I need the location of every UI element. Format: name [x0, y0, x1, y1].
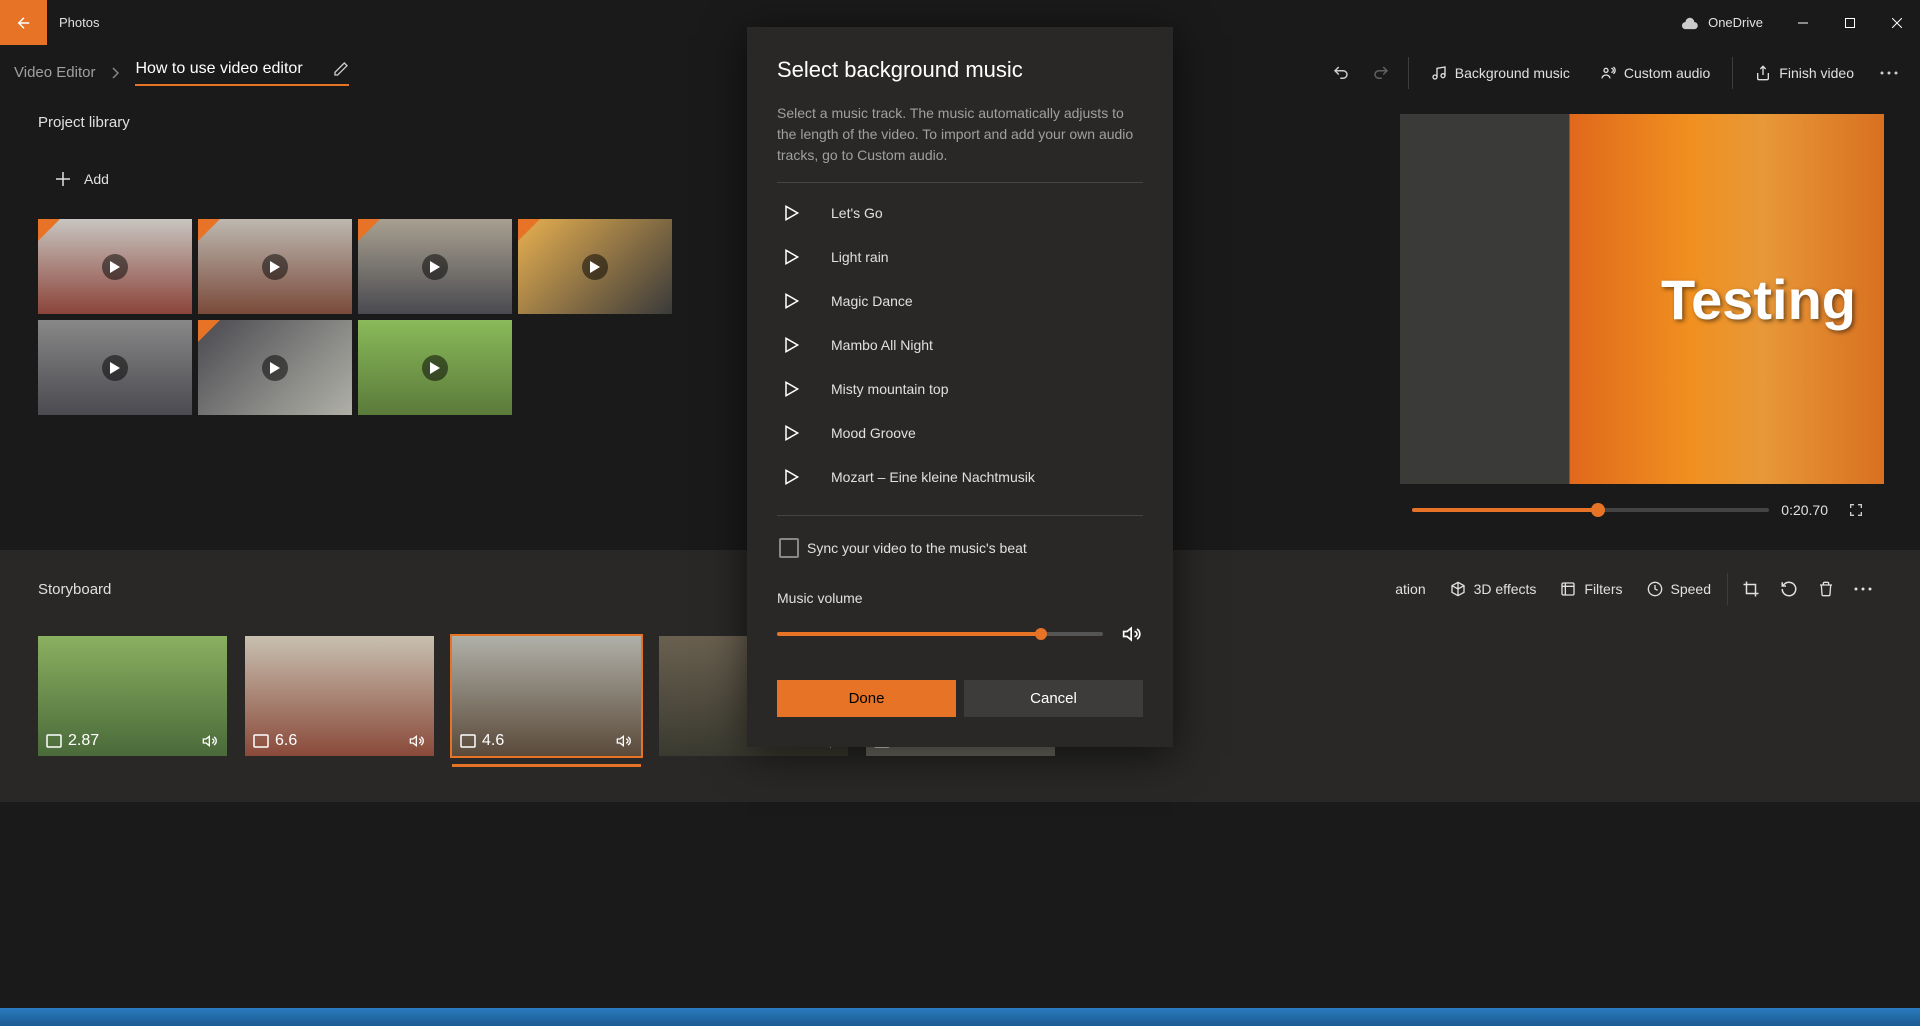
volume-thumb[interactable]	[1035, 628, 1047, 640]
track-item[interactable]: Mambo All Night	[777, 323, 1143, 367]
background-music-modal: Select background music Select a music t…	[747, 27, 1173, 747]
modal-overlay: Select background music Select a music t…	[0, 0, 1920, 1026]
modal-title: Select background music	[777, 57, 1143, 83]
play-outline-icon	[781, 291, 801, 311]
track-item[interactable]: Magic Dance	[777, 279, 1143, 323]
volume-row	[777, 624, 1143, 644]
volume-slider[interactable]	[777, 632, 1103, 636]
track-item[interactable]: Mood Groove	[777, 411, 1143, 455]
volume-label: Music volume	[777, 590, 1143, 606]
done-button[interactable]: Done	[777, 680, 956, 717]
sync-checkbox-row[interactable]: Sync your video to the music's beat	[777, 524, 1143, 572]
modal-description: Select a music track. The music automati…	[777, 103, 1143, 166]
play-outline-icon	[781, 203, 801, 223]
cancel-button[interactable]: Cancel	[964, 680, 1143, 717]
play-outline-icon	[781, 379, 801, 399]
play-outline-icon	[781, 247, 801, 267]
play-outline-icon	[781, 423, 801, 443]
sync-checkbox[interactable]	[779, 538, 799, 558]
track-item[interactable]: Misty mountain top	[777, 367, 1143, 411]
track-item[interactable]: Let's Go	[777, 191, 1143, 235]
track-item[interactable]: Mozart – Eine kleine Nachtmusik	[777, 455, 1143, 499]
play-outline-icon	[781, 467, 801, 487]
sync-label: Sync your video to the music's beat	[807, 540, 1027, 556]
volume-icon	[1121, 624, 1143, 644]
track-item[interactable]: Light rain	[777, 235, 1143, 279]
track-list: Let's Go Light rain Magic Dance Mambo Al…	[777, 191, 1143, 499]
play-outline-icon	[781, 335, 801, 355]
